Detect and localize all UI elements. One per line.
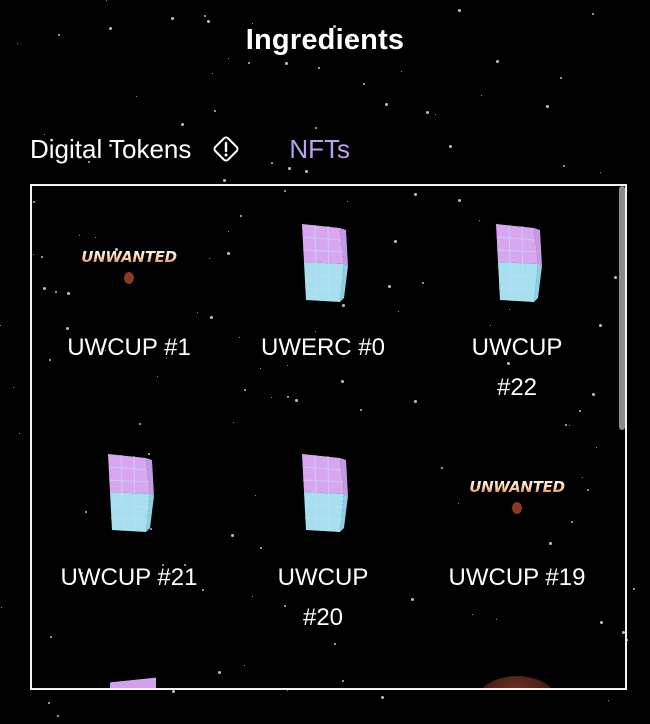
cube-image [302, 454, 348, 532]
star [385, 103, 388, 106]
nft-thumbnail: UNWANTED [420, 446, 614, 546]
page-title: Ingredients [245, 24, 405, 56]
star [48, 702, 50, 704]
star [401, 71, 402, 72]
partial-sphere-image [474, 676, 560, 688]
star [363, 83, 365, 85]
star [315, 127, 317, 129]
star [248, 62, 250, 64]
star [426, 111, 429, 114]
star [592, 13, 594, 15]
star [435, 114, 436, 115]
cube-image [496, 224, 542, 302]
star [106, 0, 107, 1]
nft-item[interactable]: UNWANTED UWCUP #19 [420, 446, 614, 598]
tab-digital-tokens[interactable]: Digital Tokens [30, 134, 191, 165]
nft-item[interactable]: UWCUP #20 [226, 446, 420, 638]
star [285, 62, 288, 65]
star [546, 105, 549, 108]
nft-name: UWCUP #19 [448, 564, 586, 591]
unwanted-logo-image: UNWANTED [462, 446, 572, 546]
star [600, 172, 601, 173]
nft-name: UWERC #0 [260, 334, 386, 361]
star [287, 690, 288, 691]
star [207, 20, 210, 23]
star [633, 588, 635, 590]
star [0, 325, 1, 326]
star [181, 123, 184, 126]
star [171, 17, 174, 20]
star [1, 607, 2, 608]
nft-name: UWCUP #20 [277, 564, 369, 631]
star [305, 170, 308, 173]
nft-item[interactable]: UWCUP #22 [420, 216, 614, 408]
star [458, 9, 461, 12]
nft-thumbnail [32, 446, 226, 546]
star [563, 165, 565, 167]
star [214, 110, 216, 112]
star [223, 179, 226, 182]
star [560, 77, 562, 79]
star [204, 15, 206, 17]
star [228, 58, 229, 59]
star [212, 73, 213, 74]
tab-bar: Digital Tokens NFTs [30, 132, 350, 166]
warning-diamond-icon[interactable] [211, 134, 241, 164]
star [318, 67, 320, 69]
logo-text: UNWANTED [469, 478, 565, 496]
star [19, 433, 20, 434]
cube-image [108, 454, 154, 532]
star [13, 387, 14, 388]
nft-item[interactable]: UWCUP #21 [32, 446, 226, 598]
scrollbar[interactable] [619, 186, 625, 430]
star [481, 95, 482, 96]
star [172, 690, 175, 693]
star [57, 715, 59, 717]
star [449, 145, 452, 148]
star [608, 700, 609, 701]
tab-nfts[interactable]: NFTs [289, 134, 350, 165]
nft-thumbnail [226, 446, 420, 546]
cube-image [302, 224, 348, 302]
nft-item[interactable]: UNWANTED UWCUP #1 [32, 216, 226, 368]
nft-thumbnail [226, 216, 420, 316]
partial-cube-image [110, 677, 156, 688]
star [496, 60, 499, 63]
star [136, 96, 137, 97]
star [288, 167, 291, 170]
nft-name: UWCUP #1 [67, 334, 191, 361]
logo-text: UNWANTED [81, 248, 177, 266]
star [381, 696, 384, 699]
nft-grid-panel[interactable]: UNWANTED UWCUP #1 UWERC #0 UWCUP #22 UWC… [30, 184, 627, 690]
nft-name: UWCUP #22 [471, 334, 563, 401]
unwanted-logo-image: UNWANTED [74, 216, 184, 316]
nft-thumbnail [420, 216, 614, 316]
nft-item[interactable]: UWERC #0 [226, 216, 420, 368]
nft-thumbnail: UNWANTED [32, 216, 226, 316]
nft-name: UWCUP #21 [60, 564, 198, 591]
